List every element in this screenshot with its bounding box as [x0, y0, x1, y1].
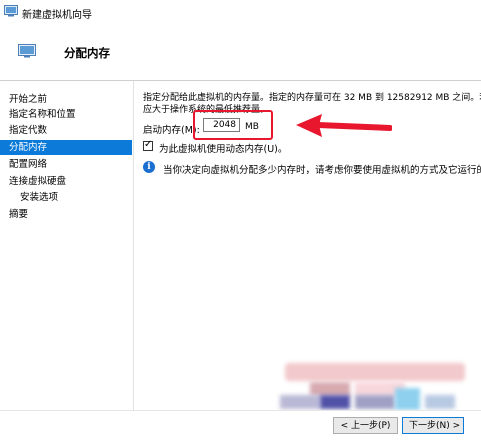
sidebar-item-name-location[interactable]: 指定名称和位置 — [0, 107, 132, 122]
info-icon: i — [143, 161, 155, 173]
title-bar: 新建虚拟机向导 — [0, 0, 481, 25]
checkmark-icon: ✓ — [144, 139, 153, 150]
next-button[interactable]: 下一步(N) > — [402, 417, 464, 434]
startup-memory-label: 启动内存(M): — [143, 125, 200, 136]
sidebar-item-virtual-disk[interactable]: 连接虚拟硬盘 — [0, 174, 132, 189]
description-line-1: 指定分配给此虚拟机的内存量。指定的内存量可在 32 MB 到 12582912 … — [143, 93, 481, 103]
sidebar-item-generation[interactable]: 指定代数 — [0, 123, 132, 138]
wizard-header: 分配内存 — [0, 24, 481, 80]
memory-icon — [18, 44, 36, 58]
annotation-arrow-icon — [296, 114, 392, 137]
sidebar-item-assign-memory[interactable]: 分配内存 — [0, 140, 132, 155]
previous-button[interactable]: < 上一步(P) — [333, 417, 398, 434]
window-title: 新建虚拟机向导 — [22, 10, 92, 21]
page-title: 分配内存 — [64, 46, 110, 60]
info-row: i 当你决定向虚拟机分配多少内存时，请考虑你要使用虚拟机的方式及它运行的操 — [143, 161, 481, 176]
sidebar-item-install-options[interactable]: 安装选项 — [0, 190, 132, 205]
sidebar-item-before-you-begin[interactable]: 开始之前 — [0, 92, 132, 107]
wizard-footer: < 上一步(P) 下一步(N) > — [0, 411, 481, 440]
dynamic-memory-checkbox[interactable]: ✓ — [143, 139, 153, 151]
info-text: 当你决定向虚拟机分配多少内存时，请考虑你要使用虚拟机的方式及它运行的操 — [163, 165, 481, 176]
dynamic-memory-label[interactable]: 为此虚拟机使用动态内存(U)。 — [159, 141, 287, 155]
sidebar-item-summary[interactable]: 摘要 — [0, 207, 132, 222]
wizard-steps-sidebar: 开始之前 指定名称和位置 指定代数 分配内存 配置网络 连接虚拟硬盘 安装选项 … — [0, 81, 134, 411]
hyperv-wizard-icon — [4, 5, 18, 17]
sidebar-item-networking[interactable]: 配置网络 — [0, 157, 132, 172]
annotation-highlight-box — [193, 110, 273, 140]
